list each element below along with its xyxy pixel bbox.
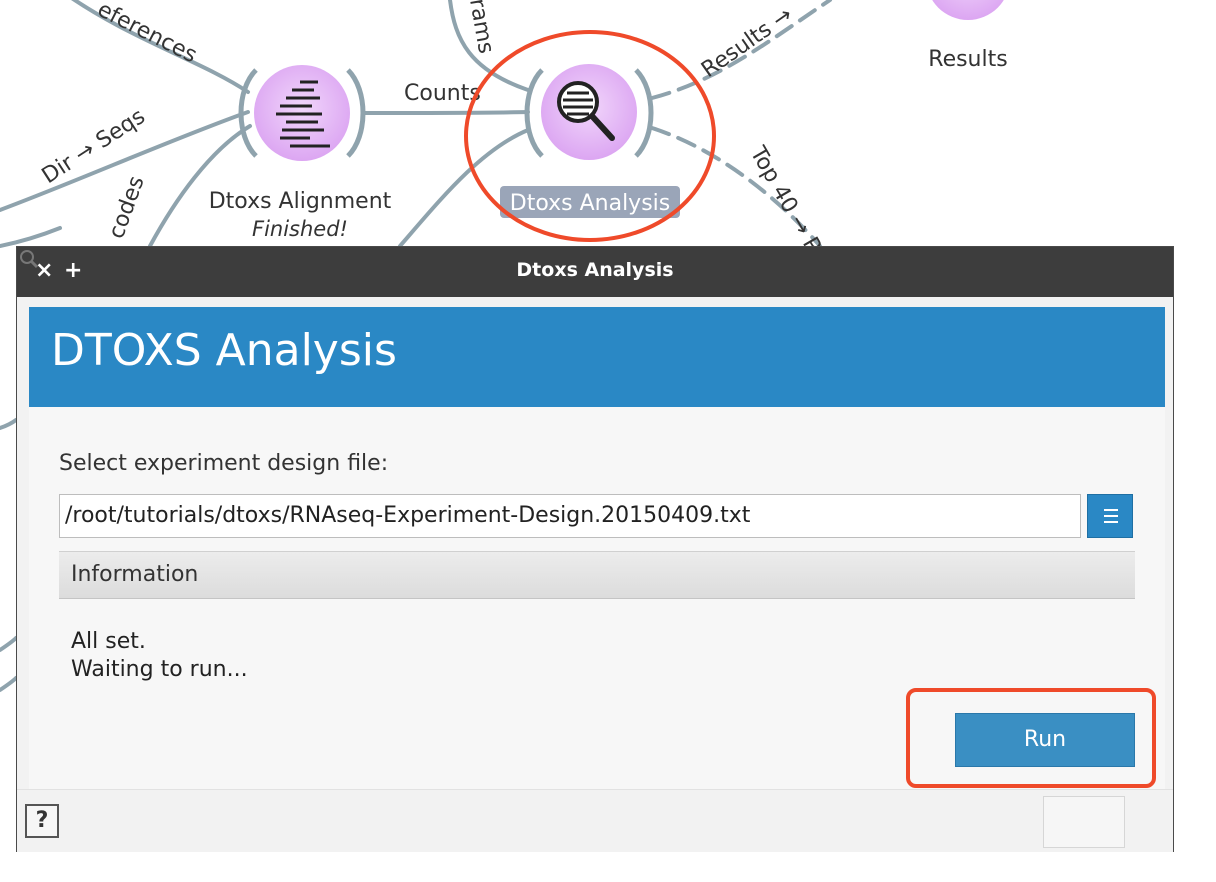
edge-left-lower-2 [0,636,18,652]
information-section-header: Information [59,551,1135,599]
results-node-circle[interactable] [926,0,1010,20]
window-title: Dtoxs Analysis [516,259,674,281]
edge-counts [362,110,530,115]
status-box [1043,796,1125,848]
edge-label-top40: Top 40 → P [744,142,825,257]
information-title: Information [71,562,199,587]
edge-left-1 [0,226,62,248]
alignment-node-label: Dtoxs Alignment [209,189,392,214]
node-dtoxs-analysis[interactable]: Dtoxs Analysis [500,64,680,218]
edge-label-grams: rams [464,0,498,56]
edge-label-references: eferences [93,0,201,68]
file-label: Select experiment design file: [59,451,389,476]
edge-left-lower-3 [0,676,18,692]
highlight-run-button [906,688,1156,788]
alignment-node-status: Finished! [252,217,348,241]
header-title: DTOXS Analysis [51,325,397,376]
edge-label-codes: codes [104,173,150,242]
edge-label-counts: Counts [404,81,481,106]
analysis-input-bracket [524,68,544,158]
dialog-footer: ? [17,789,1173,852]
alignment-output-bracket [346,68,366,158]
node-results[interactable]: Results [926,0,1010,72]
results-node-label: Results [928,47,1007,72]
info-line: Waiting to run... [71,657,248,682]
node-dtoxs-alignment[interactable]: Dtoxs Alignment Finished! [209,65,392,241]
help-button[interactable]: ? [25,804,59,838]
info-line: All set. [71,629,146,654]
dialog-titlebar: × + Dtoxs Analysis [17,247,1173,297]
analysis-node-label: Dtoxs Analysis [510,191,670,216]
edge-label-results: Results → [697,2,797,83]
design-file-input[interactable]: /root/tutorials/dtoxs/RNAseq-Experiment-… [59,494,1081,538]
browse-button[interactable] [1087,494,1133,538]
edge-left-lower-1 [0,418,18,430]
header-banner: DTOXS Analysis [29,307,1165,407]
analysis-output-bracket [634,68,654,158]
